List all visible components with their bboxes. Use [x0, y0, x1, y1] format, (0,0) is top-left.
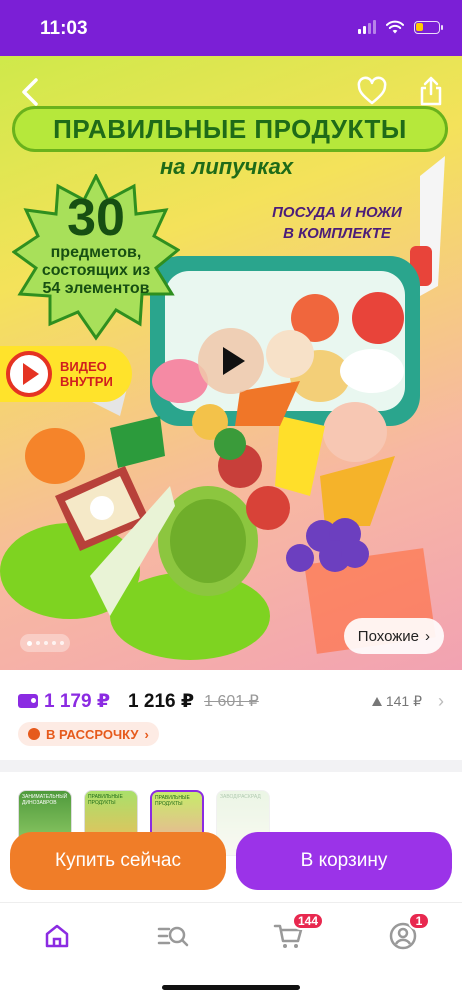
- banner-title: ПРАВИЛЬНЫЕ ПРОДУКТЫ: [12, 106, 448, 152]
- wallet-icon: [18, 694, 38, 708]
- video-play-icon: [6, 351, 52, 397]
- heart-icon[interactable]: [356, 76, 388, 106]
- section-divider: [0, 760, 462, 772]
- price-drop-value: 141 ₽: [385, 692, 422, 709]
- wifi-icon: [386, 20, 404, 34]
- gallery-dot: [43, 641, 48, 645]
- chevron-right-icon: ›: [425, 627, 430, 645]
- product-image-gallery[interactable]: ПРАВИЛЬНЫЕ ПРОДУКТЫ на липучках 30 предм…: [0, 56, 462, 670]
- battery-icon: [414, 20, 443, 34]
- badge-number: 30: [67, 189, 125, 247]
- price-drop-link[interactable]: 141 ₽ ›: [371, 690, 444, 712]
- nav-home[interactable]: [42, 921, 82, 953]
- status-bar: 11:03: [0, 0, 462, 56]
- nav-cart[interactable]: 144: [272, 912, 325, 953]
- pie-chart-icon: [28, 728, 40, 740]
- badge-line-2: состоящих из: [41, 262, 151, 279]
- video-line-2: ВНУТРИ: [60, 374, 113, 389]
- status-time: 11:03: [40, 18, 88, 39]
- home-indicator: [162, 985, 300, 990]
- current-price: 1 216 ₽: [128, 690, 195, 712]
- video-line-1: ВИДЕО: [60, 359, 107, 374]
- banner-title-text: ПРАВИЛЬНЫЕ ПРОДУКТЫ: [53, 113, 407, 144]
- gallery-dot: [35, 641, 40, 645]
- cart-count-badge: 144: [292, 912, 325, 930]
- badge-line-3: 54 элементов: [42, 280, 150, 297]
- similar-label: Похожие: [357, 627, 419, 645]
- buy-now-button[interactable]: Купить сейчас: [10, 832, 226, 890]
- chevron-right-icon: ›: [438, 690, 444, 711]
- triangle-up-icon: [371, 696, 382, 706]
- gallery-dot: [26, 640, 32, 646]
- chevron-left-icon[interactable]: [16, 74, 46, 110]
- chevron-right-icon: ›: [144, 726, 149, 742]
- profile-notification-badge: 1: [408, 912, 430, 930]
- installment-label: В РАССРОЧКУ: [46, 726, 139, 742]
- add-to-cart-button[interactable]: В корзину: [236, 832, 452, 890]
- status-icons: [358, 20, 443, 34]
- old-price: 1 601 ₽: [204, 693, 259, 710]
- variant-thumb-2-label: ПРАВИЛЬНЫЕ ПРОДУКТЫ: [88, 794, 123, 806]
- variant-thumb-1-label: ЗАНИМАТЕЛЬНЫЙ ДИНОЗАВРОВ: [22, 794, 68, 806]
- installment-button[interactable]: В РАССРОЧКУ ›: [18, 722, 159, 746]
- similar-button[interactable]: Похожие ›: [343, 618, 444, 654]
- kit-note: ПОСУДА И НОЖИ В КОМПЛЕКТЕ: [262, 202, 412, 244]
- kit-line-1: ПОСУДА И НОЖИ: [272, 204, 402, 221]
- variant-thumb-4-label: ЗАВОД/РАСКРАД: [220, 794, 261, 800]
- catalog-search-icon: [157, 926, 189, 947]
- nav-profile[interactable]: 1: [388, 912, 430, 953]
- price-row: 1 179 ₽ 1 216 ₽ 1 601 ₽ 141 ₽ ›: [18, 688, 444, 714]
- variant-thumb-3-label: ПРАВИЛЬНЫЕ ПРОДУКТЫ: [155, 795, 190, 807]
- card-price: 1 179 ₽: [44, 690, 111, 712]
- hero-nav: [0, 74, 462, 110]
- starburst-text: 30 предметов, состоящих из 54 элементов: [12, 178, 180, 338]
- share-icon[interactable]: [416, 74, 446, 108]
- play-video-button[interactable]: [198, 328, 264, 394]
- nav-catalog[interactable]: [156, 921, 196, 953]
- gallery-pagination: [20, 634, 70, 652]
- gallery-dot: [51, 641, 56, 645]
- badge-line-1: предметов,: [50, 244, 142, 261]
- battery-level: [416, 22, 423, 31]
- kit-line-2: В КОМПЛЕКТЕ: [283, 225, 391, 242]
- video-inside-text: ВИДЕО ВНУТРИ: [60, 359, 113, 389]
- home-icon: [45, 924, 69, 948]
- bottom-nav: 144 1: [0, 902, 462, 1000]
- video-inside-badge: ВИДЕО ВНУТРИ: [0, 346, 132, 402]
- gallery-dot: [59, 641, 64, 645]
- cellular-signal-icon: [358, 20, 376, 34]
